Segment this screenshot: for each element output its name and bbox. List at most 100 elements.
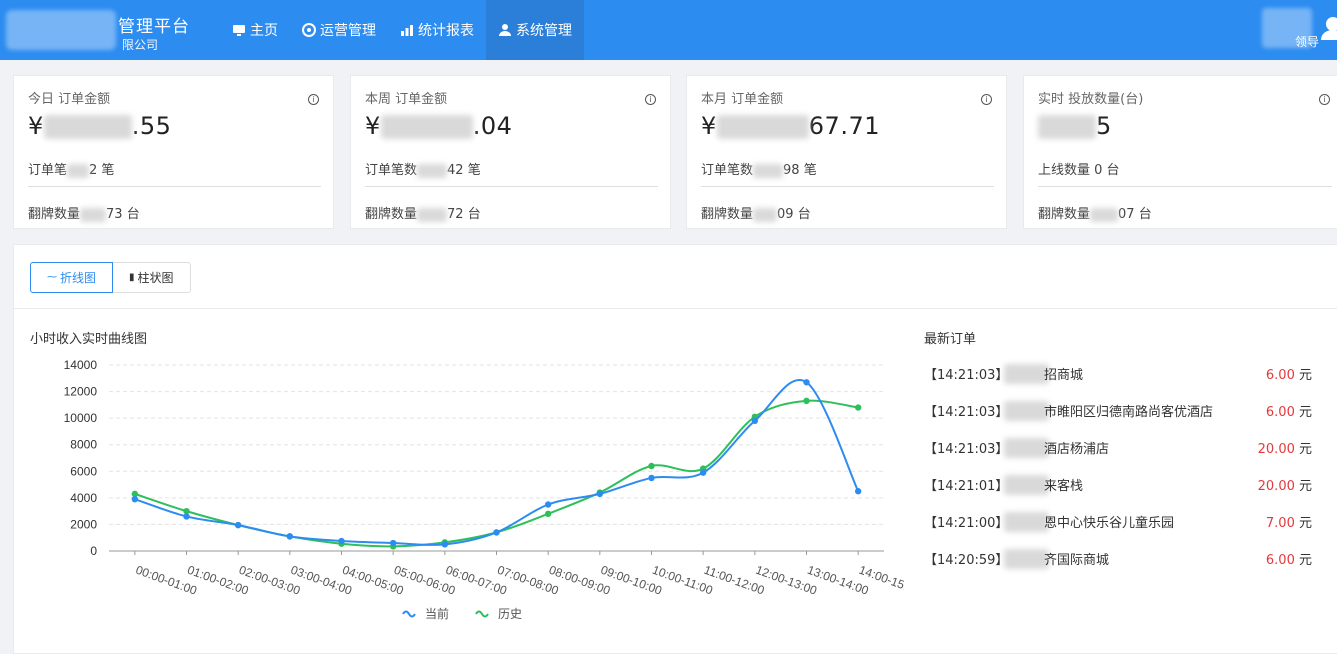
data-point bbox=[234, 521, 242, 529]
revenue-panel: ⁓ 折线图 ▮ 柱状图 小时收入实时曲线图 0 2000 4000 6000 8000 1… bbox=[13, 244, 1337, 654]
card-order-count: 订单笔数 98 笔 bbox=[701, 163, 817, 178]
legend-symbol bbox=[402, 610, 416, 618]
data-point bbox=[131, 495, 139, 503]
legend-symbol bbox=[475, 610, 489, 618]
order-amount: 6.00 元 bbox=[1265, 405, 1312, 420]
order-time: 【14:21:00】 bbox=[924, 516, 1009, 531]
data-point bbox=[751, 417, 759, 424]
chart-type-tabs: ⁓ 折线图 ▮ 柱状图 bbox=[30, 262, 191, 293]
data-point bbox=[803, 397, 810, 405]
stat-card-realtime: 实时 投放数量(台) i 5 上线数量 0 台 翻牌数量 07 台 bbox=[1023, 75, 1337, 229]
y-tick-label: 12000 bbox=[64, 385, 98, 399]
order-shop-name: 市睢阳区归德南路尚客优酒店 bbox=[1044, 405, 1214, 420]
card-amount: ¥ .04 bbox=[365, 112, 513, 140]
hourly-revenue-line-chart: 0200040006000800010000120001400000:00-01… bbox=[64, 358, 904, 621]
divider bbox=[701, 186, 994, 187]
order-amount: 20.00 元 bbox=[1257, 479, 1312, 494]
y-tick-label: 2000 bbox=[70, 517, 97, 531]
data-point bbox=[854, 404, 862, 411]
bar-chart-icon: ▮ bbox=[129, 272, 135, 283]
order-shop-redacted bbox=[1004, 438, 1049, 458]
info-icon[interactable]: i bbox=[645, 94, 656, 105]
divider bbox=[28, 186, 321, 187]
order-row: 【14:20:59】 齐国际商城 6.00 元 bbox=[924, 549, 1314, 569]
bar-chart-icon bbox=[401, 25, 413, 36]
order-amount: 6.00 元 bbox=[1265, 368, 1312, 383]
tab-label: 折线图 bbox=[60, 271, 97, 285]
stat-card-today: 今日 订单金额 i ¥ .55 订单笔 2 笔 翻牌数量 73 台 bbox=[13, 75, 334, 229]
card-order-count: 订单笔 2 笔 bbox=[28, 163, 115, 178]
data-point bbox=[389, 539, 397, 547]
nav-operations[interactable]: 运营管理 bbox=[290, 0, 388, 60]
stat-card-week: 本周 订单金额 i ¥ .04 订单笔数 42 笔 翻牌数量 72 台 bbox=[350, 75, 671, 229]
order-row: 【14:21:03】 招商城 6.00 元 bbox=[924, 364, 1314, 384]
order-shop-redacted bbox=[1004, 549, 1049, 569]
data-point bbox=[338, 537, 345, 545]
order-amount: 7.00 元 bbox=[1265, 516, 1312, 531]
tab-line-chart[interactable]: ⁓ 折线图 bbox=[30, 262, 114, 293]
order-row: 【14:21:03】 市睢阳区归德南路尚客优酒店 6.00 元 bbox=[924, 401, 1314, 421]
card-amount: 5 bbox=[1038, 112, 1112, 140]
nav-reports[interactable]: 统计报表 bbox=[388, 0, 486, 60]
legend-label: 历史 bbox=[498, 607, 522, 621]
data-point bbox=[441, 541, 449, 548]
company-name: 限公司 bbox=[122, 38, 159, 52]
settings-icon bbox=[302, 23, 316, 37]
card-title: 本月 订单金额 bbox=[701, 92, 784, 107]
y-tick-label: 14000 bbox=[64, 358, 98, 372]
tab-bar-chart[interactable]: ▮ 柱状图 bbox=[113, 262, 191, 293]
order-shop-redacted bbox=[1004, 364, 1049, 384]
divider bbox=[365, 186, 658, 187]
line-chart-icon: ⁓ bbox=[47, 272, 57, 283]
card-flip-count: 翻牌数量 72 台 bbox=[365, 207, 481, 222]
info-icon[interactable]: i bbox=[981, 94, 992, 105]
order-time: 【14:21:03】 bbox=[924, 442, 1009, 457]
top-navigation-bar: 管理平台 限公司 主页 运营管理 统计报表 系统管理 领导 bbox=[0, 0, 1337, 60]
divider bbox=[14, 308, 1337, 309]
series-line-当前 bbox=[134, 379, 860, 546]
card-amount: ¥ .55 bbox=[28, 112, 172, 140]
nav-operations-label: 运营管理 bbox=[320, 23, 376, 39]
y-tick-label: 8000 bbox=[70, 438, 97, 452]
card-flip-count: 翻牌数量 07 台 bbox=[1038, 207, 1152, 222]
data-point bbox=[286, 533, 294, 540]
company-logo bbox=[6, 10, 116, 50]
divider bbox=[1038, 186, 1332, 187]
order-time: 【14:20:59】 bbox=[924, 553, 1009, 568]
order-time: 【14:21:01】 bbox=[924, 479, 1009, 494]
order-shop-redacted bbox=[1004, 401, 1049, 421]
data-point bbox=[183, 513, 190, 520]
nav-home[interactable]: 主页 bbox=[220, 0, 290, 60]
order-row: 【14:21:03】 酒店杨浦店 20.00 元 bbox=[924, 438, 1314, 458]
data-point bbox=[854, 488, 862, 495]
order-row: 【14:21:00】 恩中心快乐谷儿童乐园 7.00 元 bbox=[924, 512, 1314, 532]
order-time: 【14:21:03】 bbox=[924, 368, 1009, 383]
data-point bbox=[648, 474, 655, 482]
order-shop-redacted bbox=[1004, 475, 1049, 495]
platform-title: 管理平台 bbox=[118, 17, 190, 37]
nav-system[interactable]: 系统管理 bbox=[486, 0, 584, 60]
data-point bbox=[544, 510, 552, 517]
card-title: 今日 订单金额 bbox=[28, 92, 111, 107]
monitor-icon bbox=[233, 25, 245, 36]
avatar[interactable] bbox=[1321, 16, 1337, 40]
nav-system-label: 系统管理 bbox=[516, 23, 572, 39]
y-tick-label: 6000 bbox=[70, 464, 97, 478]
info-icon[interactable]: i bbox=[1319, 94, 1330, 105]
y-tick-label: 10000 bbox=[64, 411, 98, 425]
order-shop-redacted bbox=[1004, 512, 1049, 532]
data-point bbox=[544, 501, 552, 508]
y-tick-label: 0 bbox=[90, 544, 97, 558]
y-tick-label: 4000 bbox=[70, 491, 97, 505]
data-point bbox=[596, 490, 604, 498]
order-shop-name: 来客栈 bbox=[1044, 479, 1084, 494]
card-flip-count: 翻牌数量 73 台 bbox=[28, 207, 140, 222]
order-shop-name: 酒店杨浦店 bbox=[1044, 442, 1110, 457]
nav-home-label: 主页 bbox=[250, 23, 278, 39]
main-nav: 主页 运营管理 统计报表 系统管理 bbox=[220, 0, 584, 60]
data-point bbox=[803, 379, 810, 386]
data-point bbox=[648, 462, 655, 470]
info-icon[interactable]: i bbox=[308, 94, 319, 105]
data-point bbox=[699, 469, 707, 476]
order-row: 【14:21:01】 来客栈 20.00 元 bbox=[924, 475, 1314, 495]
